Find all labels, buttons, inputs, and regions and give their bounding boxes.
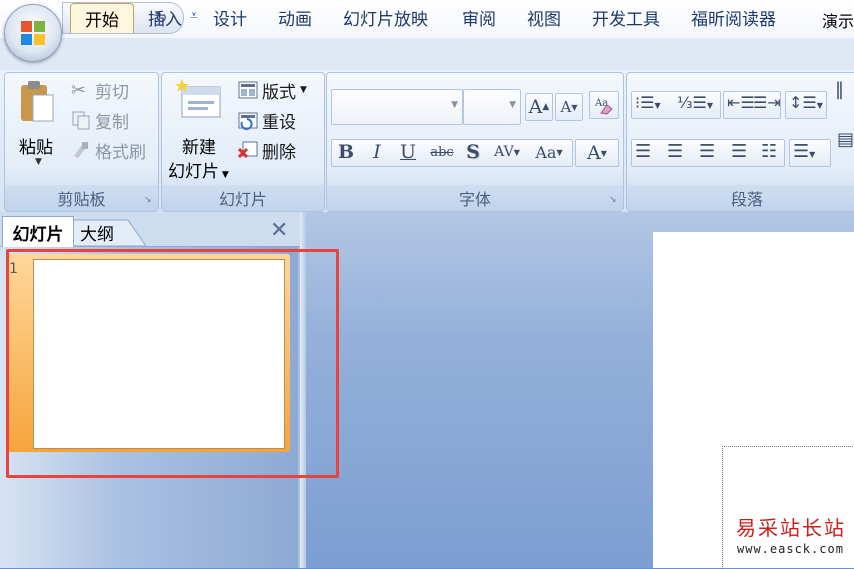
document-title: 演示 xyxy=(821,12,854,31)
reset-button[interactable]: 重设 xyxy=(238,107,296,133)
layout-button[interactable]: 版式 ▼ xyxy=(238,77,307,103)
watermark-title: 易采站长站 xyxy=(736,516,846,540)
copy-button[interactable]: 复制 xyxy=(71,107,129,133)
paste-button[interactable]: 粘贴 ▼ xyxy=(11,77,63,181)
italic-button[interactable]: I xyxy=(364,139,390,165)
tab-outline[interactable]: 大纲 xyxy=(72,218,138,246)
font-launcher-icon[interactable]: ↘ xyxy=(609,195,619,205)
paragraph-group: ⁝☰▼ ⅓☰▼ ⇤☰ ☰⇥ ↕☰▼ ‖ ☰ ☰ ☰ ☰ ☷ ☰▼ ▤ 段落 xyxy=(626,72,854,212)
character-spacing-button[interactable]: AV ▼ xyxy=(489,139,525,165)
distributed-icon[interactable]: ☷ xyxy=(761,141,777,162)
align-right-icon[interactable]: ☰ xyxy=(699,141,715,162)
align-left-icon[interactable]: ☰ xyxy=(635,141,651,162)
underline-button[interactable]: U xyxy=(395,139,421,165)
align-center-icon[interactable]: ☰ xyxy=(667,141,683,162)
office-logo-icon xyxy=(21,21,45,45)
tab-slideshow[interactable]: 幻灯片放映 xyxy=(343,3,428,32)
tab-slides[interactable]: 幻灯片 xyxy=(2,216,74,247)
new-slide-label-2: 幻灯片 ▼ xyxy=(168,162,229,182)
character-spacing-label: AV xyxy=(494,144,514,160)
tab-design[interactable]: 设计 xyxy=(213,3,247,32)
tab-animations[interactable]: 动画 xyxy=(278,3,312,32)
layout-icon xyxy=(238,80,258,100)
increase-indent-icon[interactable]: ☰⇥ xyxy=(753,93,781,112)
justify-icon[interactable]: ☰ xyxy=(731,141,747,162)
numbering-icon[interactable]: ⅓☰▼ xyxy=(677,93,713,112)
ribbon-tabs xyxy=(0,38,854,70)
layout-label: 版式 xyxy=(262,82,296,103)
tab-foxit-reader[interactable]: 福昕阅读器 xyxy=(691,3,776,32)
chevron-down-icon: ▼ xyxy=(451,100,458,110)
new-slide-button[interactable]: 新建 幻灯片 ▼ xyxy=(164,77,234,182)
clipboard-group: 粘贴 ▼ ✂ 剪切 复制 格式刷 剪贴板 ↘ xyxy=(4,72,159,212)
clear-formatting-icon[interactable]: Aa xyxy=(589,91,619,119)
font-color-label: A xyxy=(587,142,601,164)
highlight-box xyxy=(6,249,339,478)
copy-icon xyxy=(71,110,91,130)
customize-qat-icon[interactable]: ⩡ xyxy=(190,8,198,24)
new-slide-icon xyxy=(176,79,221,118)
strikethrough-button[interactable]: abc xyxy=(426,139,458,165)
slides-group: 新建 幻灯片 ▼ 版式 ▼ 重设 删除 幻灯片 xyxy=(161,72,325,212)
bold-button[interactable]: B xyxy=(333,139,359,165)
font-size-dropdown[interactable]: ▼ xyxy=(463,89,521,125)
tab-review[interactable]: 审阅 xyxy=(462,3,496,32)
reset-icon xyxy=(238,110,258,130)
shadow-button[interactable]: S xyxy=(460,139,486,165)
new-slide-label-1: 新建 xyxy=(182,138,216,158)
format-painter-button[interactable]: 格式刷 xyxy=(71,137,146,163)
font-group: ▼ ▼ A ▲ A ▼ Aa B I U abc S AV ▼ Aa ▼ A ▼ 字体 … xyxy=(326,72,624,212)
delete-slide-label: 删除 xyxy=(262,142,296,163)
reset-label: 重设 xyxy=(262,112,296,133)
copy-label: 复制 xyxy=(95,112,129,133)
shrink-font-icon[interactable]: A ▼ xyxy=(555,93,583,121)
chevron-down-icon: ▼ xyxy=(509,100,516,110)
paste-icon xyxy=(21,81,54,122)
layout-dropdown-icon: ▼ xyxy=(300,85,307,95)
align-text-icon[interactable]: ▤ xyxy=(837,129,854,150)
clipboard-launcher-icon[interactable]: ↘ xyxy=(144,195,154,205)
cut-label: 剪切 xyxy=(95,82,129,103)
close-icon[interactable]: ✕ xyxy=(270,218,288,243)
columns-icon: ☰▼ xyxy=(793,141,816,162)
font-group-label: 字体 xyxy=(327,185,623,211)
change-case-label: Aa xyxy=(535,142,557,162)
tab-insert[interactable]: 插入 xyxy=(148,3,182,32)
office-button[interactable] xyxy=(4,4,62,62)
brush-icon xyxy=(71,140,91,160)
bullets-icon[interactable]: ⁝☰▼ xyxy=(635,93,661,112)
delete-slide-icon xyxy=(237,140,258,160)
font-name-dropdown[interactable]: ▼ xyxy=(331,89,463,125)
grow-font-icon[interactable]: A ▲ xyxy=(525,93,553,121)
change-case-button[interactable]: Aa ▼ xyxy=(529,139,569,165)
paragraph-group-label: 段落 xyxy=(627,185,854,211)
tab-view[interactable]: 视图 xyxy=(527,3,561,32)
tab-developer[interactable]: 开发工具 xyxy=(592,3,660,32)
scissors-icon: ✂ xyxy=(71,80,87,101)
delete-slide-button[interactable]: 删除 xyxy=(237,137,296,163)
paste-label: 粘贴 xyxy=(19,138,53,158)
text-direction-icon[interactable]: ‖ xyxy=(835,79,844,100)
clipboard-group-label: 剪贴板 xyxy=(5,185,158,211)
format-painter-label: 格式刷 xyxy=(95,142,146,163)
line-spacing-icon: ↕☰▼ xyxy=(789,93,823,112)
ribbon: 粘贴 ▼ ✂ 剪切 复制 格式刷 剪贴板 ↘ 新建 幻灯片 ▼ 版式 ▼ 重设 … xyxy=(0,70,854,213)
font-color-button[interactable]: A ▼ xyxy=(575,139,619,167)
slides-group-label: 幻灯片 xyxy=(162,185,324,211)
cut-button[interactable]: ✂ 剪切 xyxy=(71,77,129,103)
watermark-url: www.easck.com xyxy=(737,542,844,556)
paste-dropdown-icon: ▼ xyxy=(35,157,42,167)
tab-home[interactable]: 开始 xyxy=(70,3,134,33)
decrease-indent-icon[interactable]: ⇤☰ xyxy=(727,93,755,112)
